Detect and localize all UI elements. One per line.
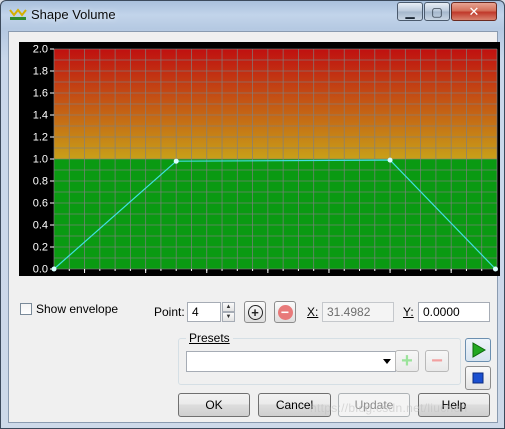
show-envelope-label: Show envelope xyxy=(36,302,119,316)
point-spin-down[interactable]: ▼ xyxy=(222,312,235,322)
title-bar[interactable]: Shape Volume ▁ ▢ ✕ xyxy=(1,1,504,29)
y-tick-label: 0.0 xyxy=(33,264,48,276)
y-tick-label: 0.8 xyxy=(33,176,48,188)
x-label: X: xyxy=(307,305,319,319)
point-label: Point: xyxy=(154,305,185,319)
dialog-client-area: 0.0 0.2 0.4 0.6 0.8 1.0 1.2 1.4 1.6 1.8 2.0 0:18 0:2… xyxy=(8,31,500,423)
close-button[interactable]: ✕ xyxy=(451,2,497,21)
maximize-button[interactable]: ▢ xyxy=(424,2,450,21)
remove-preset-button[interactable]: − xyxy=(425,350,449,372)
minus-icon: − xyxy=(431,349,443,372)
remove-point-button[interactable]: − xyxy=(274,301,296,323)
minimize-icon: ▁ xyxy=(405,4,415,19)
play-icon xyxy=(472,342,486,358)
close-icon: ✕ xyxy=(468,4,480,19)
watermark-text: https://blog.csdn.net/liuchen xyxy=(310,401,468,415)
window-title: Shape Volume xyxy=(31,7,116,22)
show-envelope-checkbox[interactable]: Show envelope xyxy=(20,302,118,316)
stop-icon xyxy=(472,372,484,384)
point-input[interactable]: 4 xyxy=(187,302,221,322)
checkbox-box[interactable] xyxy=(20,303,32,315)
chevron-down-icon xyxy=(383,359,391,364)
y-tick-label: 2.0 xyxy=(33,44,48,56)
minimize-button[interactable]: ▁ xyxy=(397,2,423,21)
point-spin-up[interactable]: ▲ xyxy=(222,302,235,312)
envelope-point xyxy=(173,158,179,164)
add-preset-button[interactable]: + xyxy=(395,350,419,372)
x-tick-label: 0:24 xyxy=(257,275,278,276)
presets-dropdown[interactable] xyxy=(186,351,396,372)
envelope-point xyxy=(51,266,57,272)
y-value-field[interactable]: 0.0000 xyxy=(418,302,490,322)
y-tick-label: 1.0 xyxy=(33,154,48,166)
add-point-button[interactable]: + xyxy=(244,301,266,323)
chart-svg[interactable]: 0.0 0.2 0.4 0.6 0.8 1.0 1.2 1.4 1.6 1.8 2.0 0:18 0:2… xyxy=(19,42,500,276)
x-tick-label: 0:22 xyxy=(196,275,217,276)
y-tick-label: 1.4 xyxy=(33,110,48,122)
x-value-field[interactable]: 31.4982 xyxy=(322,302,394,322)
x-tick-label: 0:28 xyxy=(379,275,400,276)
y-tick-label: 0.6 xyxy=(33,198,48,210)
x-tick-label: 0:20 xyxy=(135,275,156,276)
y-tick-label: 1.2 xyxy=(33,132,48,144)
presets-label: Presets xyxy=(186,331,233,345)
y-tick-label: 0.4 xyxy=(33,220,48,232)
shape-volume-dialog: Shape Volume ▁ ▢ ✕ 0.0 0.2 0.4 0.6 0.8 1.0 1.2… xyxy=(0,0,505,429)
ok-button[interactable]: OK xyxy=(178,393,250,417)
volume-envelope-chart[interactable]: 0.0 0.2 0.4 0.6 0.8 1.0 1.2 1.4 1.6 1.8 2.0 0:18 0:2… xyxy=(19,42,500,276)
x-tick-label: 0:26 xyxy=(318,275,339,276)
envelope-point xyxy=(387,157,393,163)
remove-point-icon: − xyxy=(277,304,293,320)
stop-button[interactable] xyxy=(465,366,491,390)
y-tick-label: 0.2 xyxy=(33,242,48,254)
envelope-point xyxy=(492,266,498,272)
add-point-icon: + xyxy=(247,304,263,320)
maximize-icon: ▢ xyxy=(431,4,443,19)
x-tick-label: 0:18 xyxy=(74,275,95,276)
plus-icon: + xyxy=(401,349,413,372)
y-label: Y: xyxy=(403,305,414,319)
y-tick-label: 1.8 xyxy=(33,66,48,78)
y-tick-label: 1.6 xyxy=(33,88,48,100)
play-button[interactable] xyxy=(465,338,491,362)
x-tick-label: 0:30 xyxy=(440,275,461,276)
app-icon xyxy=(9,8,27,20)
